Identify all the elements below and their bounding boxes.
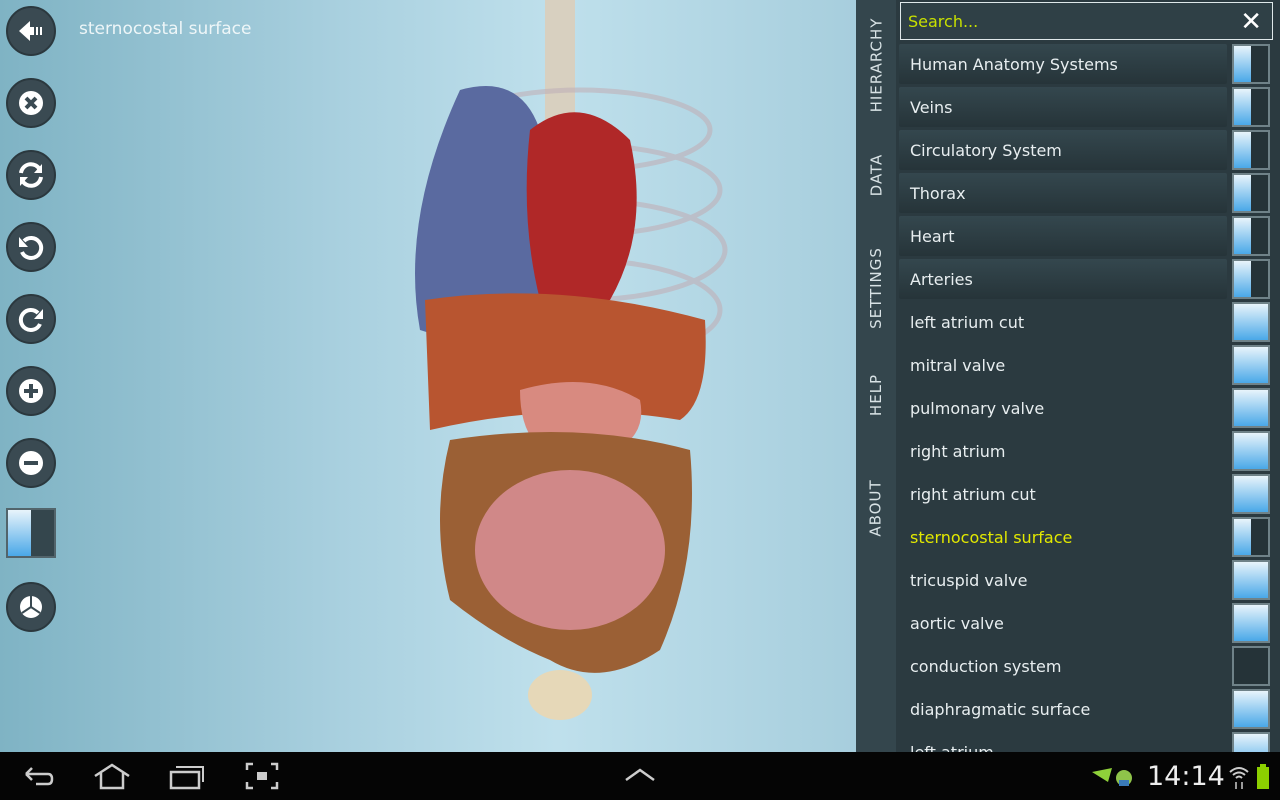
- visibility-toggle[interactable]: [1232, 259, 1270, 299]
- notification-icons: [1092, 768, 1132, 786]
- list-item-label: Circulatory System: [910, 140, 1062, 160]
- list-item-label: Arteries: [910, 269, 973, 289]
- visibility-toggle[interactable]: [1232, 474, 1270, 514]
- tab-data[interactable]: DATA: [856, 140, 896, 210]
- back-button[interactable]: [6, 6, 56, 56]
- visibility-toggle[interactable]: [1232, 646, 1270, 686]
- list-item[interactable]: Heart: [899, 216, 1227, 256]
- reset-view-button[interactable]: [6, 150, 56, 200]
- list-item-label: pulmonary valve: [910, 398, 1045, 418]
- recent-apps-icon[interactable]: [168, 762, 206, 790]
- close-circle-icon: [19, 91, 43, 115]
- clock: 14:14: [1147, 761, 1225, 792]
- list-item-label: Veins: [910, 97, 953, 117]
- list-item[interactable]: tricuspid valve: [899, 560, 1270, 600]
- list-item[interactable]: diaphragmatic surface: [899, 689, 1270, 729]
- back-arrow-icon: [19, 21, 42, 41]
- visibility-toggle[interactable]: [1232, 689, 1270, 729]
- back-nav-icon[interactable]: [22, 762, 56, 790]
- visibility-toggle[interactable]: [1232, 44, 1270, 84]
- visibility-toggle[interactable]: [1232, 345, 1270, 385]
- minus-circle-icon: [19, 451, 43, 475]
- rotate-right-button[interactable]: [6, 294, 56, 344]
- small-intestine: [475, 470, 665, 630]
- visibility-toggle[interactable]: [1232, 388, 1270, 428]
- visibility-toggle[interactable]: [1232, 603, 1270, 643]
- search-input[interactable]: [908, 11, 1228, 31]
- list-item[interactable]: Circulatory System: [899, 130, 1227, 170]
- rotate-right-icon: [18, 307, 43, 332]
- list-item[interactable]: Arteries: [899, 259, 1227, 299]
- visibility-toggle[interactable]: [1232, 560, 1270, 600]
- list-item[interactable]: conduction system: [899, 646, 1270, 686]
- list-item[interactable]: Veins: [899, 87, 1227, 127]
- list-item-label: left atrium cut: [910, 312, 1025, 332]
- list-item-label: Heart: [910, 226, 955, 246]
- list-item[interactable]: left atrium cut: [899, 302, 1270, 342]
- chevron-up-icon[interactable]: [624, 768, 656, 782]
- home-icon[interactable]: [92, 762, 132, 790]
- screenshot-icon[interactable]: [245, 762, 279, 790]
- list-item[interactable]: Thorax: [899, 173, 1227, 213]
- heart: [526, 112, 637, 300]
- bladder: [528, 670, 592, 720]
- list-item[interactable]: aortic valve: [899, 603, 1270, 643]
- 3d-viewport[interactable]: sternocostal surface: [0, 0, 856, 752]
- tab-help[interactable]: HELP: [856, 365, 896, 425]
- tab-settings[interactable]: SETTINGS: [856, 240, 896, 335]
- list-item[interactable]: pulmonary valve: [899, 388, 1270, 428]
- list-item[interactable]: Human Anatomy Systems: [899, 44, 1227, 84]
- anatomy-model[interactable]: [380, 0, 740, 752]
- clear-search-icon[interactable]: ✕: [1240, 7, 1262, 37]
- plus-circle-icon: [19, 379, 43, 403]
- list-item[interactable]: mitral valve: [899, 345, 1270, 385]
- list-item-label: diaphragmatic surface: [910, 699, 1091, 719]
- list-item[interactable]: sternocostal surface: [899, 517, 1270, 557]
- list-item[interactable]: right atrium cut: [899, 474, 1270, 514]
- list-item-label: sternocostal surface: [910, 527, 1073, 547]
- battery-icon: [1257, 764, 1269, 789]
- system-navbar: 14:14: [0, 752, 1280, 800]
- list-item-label: conduction system: [910, 656, 1062, 676]
- pie-button[interactable]: [6, 582, 56, 632]
- list-item-label: Human Anatomy Systems: [910, 54, 1118, 74]
- list-item-label: right atrium: [910, 441, 1006, 461]
- list-item-label: tricuspid valve: [910, 570, 1028, 590]
- side-tabs: HIERARCHY DATA SETTINGS HELP ABOUT: [856, 0, 896, 752]
- visibility-toggle[interactable]: [1232, 431, 1270, 471]
- wifi-icon: [1229, 767, 1249, 789]
- visibility-toggle[interactable]: [1232, 130, 1270, 170]
- rotate-left-icon: [19, 235, 44, 260]
- zoom-in-button[interactable]: [6, 366, 56, 416]
- list-item-label: mitral valve: [910, 355, 1006, 375]
- pie-chart-icon: [20, 596, 42, 618]
- visibility-toggle[interactable]: [1232, 173, 1270, 213]
- refresh-icon: [19, 162, 43, 188]
- visibility-toggle[interactable]: [1232, 517, 1270, 557]
- close-button[interactable]: [6, 78, 56, 128]
- rotate-left-button[interactable]: [6, 222, 56, 272]
- list-item-label: aortic valve: [910, 613, 1004, 633]
- search-box: ✕: [900, 2, 1273, 40]
- tab-about[interactable]: ABOUT: [856, 470, 896, 545]
- zoom-out-button[interactable]: [6, 438, 56, 488]
- list-item-label: Thorax: [910, 183, 966, 203]
- visibility-toggle[interactable]: [1232, 216, 1270, 256]
- transparency-toggle[interactable]: [6, 508, 56, 558]
- selected-part-title: sternocostal surface: [79, 19, 252, 39]
- list-item[interactable]: right atrium: [899, 431, 1270, 471]
- tab-hierarchy[interactable]: HIERARCHY: [856, 10, 896, 120]
- visibility-toggle[interactable]: [1232, 302, 1270, 342]
- list-item-label: right atrium cut: [910, 484, 1036, 504]
- visibility-toggle[interactable]: [1232, 87, 1270, 127]
